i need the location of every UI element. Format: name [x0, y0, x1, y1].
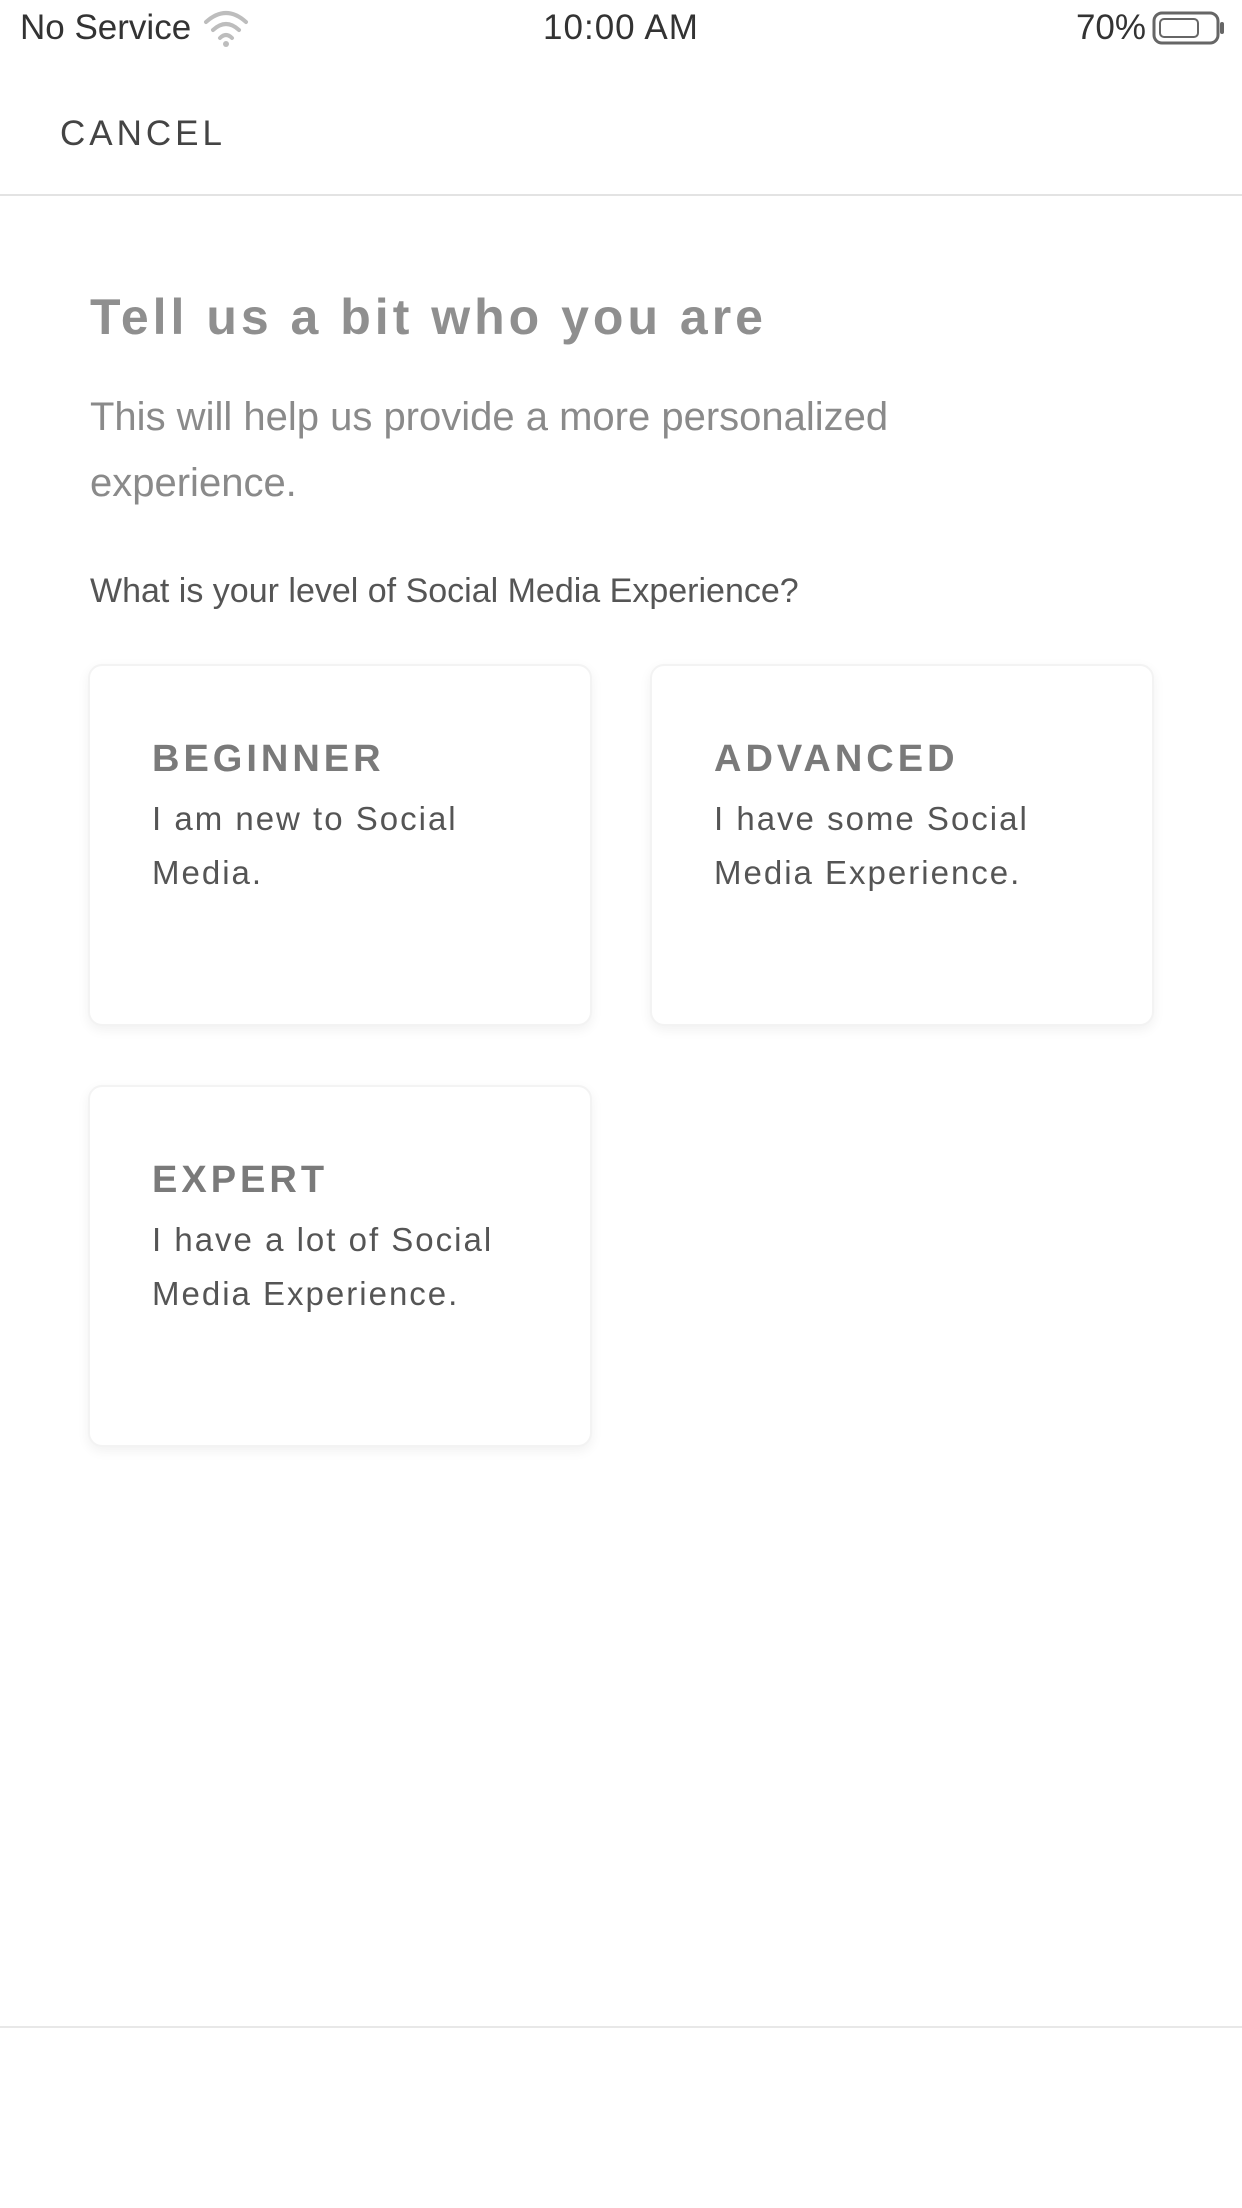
experience-question: What is your level of Social Media Exper…	[90, 572, 799, 610]
card-title: ADVANCED	[714, 738, 959, 780]
nav-bar: CANCEL	[0, 62, 1242, 196]
card-description: I have a lot of Social Media Experience.	[152, 1221, 494, 1312]
status-bar: No Service 10:00 AM 70%	[0, 0, 1242, 62]
card-title: BEGINNER	[152, 738, 385, 780]
card-title: EXPERT	[152, 1159, 329, 1201]
bottom-divider	[0, 2026, 1242, 2028]
battery-percentage: 70%	[1075, 8, 1146, 47]
status-time: 10:00 AM	[543, 8, 699, 47]
battery-icon	[1152, 11, 1224, 45]
card-description: I have some Social Media Experience.	[714, 800, 1029, 891]
status-right: 70%	[1076, 8, 1226, 48]
card-description: I am new to Social Media.	[152, 800, 458, 891]
page-title: Tell us a bit who you are	[90, 289, 767, 345]
level-card-expert[interactable]: EXPERT I have a lot of Social Media Expe…	[88, 1085, 592, 1447]
cancel-button[interactable]: CANCEL	[60, 114, 226, 154]
level-card-beginner[interactable]: BEGINNER I am new to Social Media.	[88, 664, 592, 1026]
page-subtitle: This will help us provide a more persona…	[90, 395, 889, 505]
level-card-advanced[interactable]: ADVANCED I have some Social Media Experi…	[650, 664, 1154, 1026]
